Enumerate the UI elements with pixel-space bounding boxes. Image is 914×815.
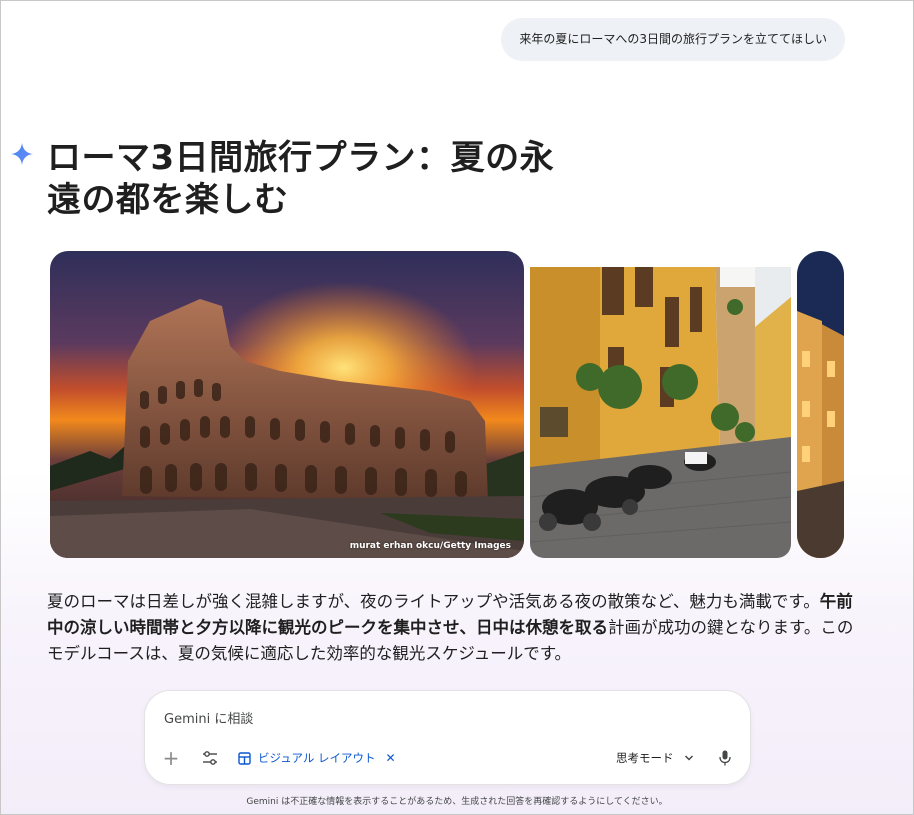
thinking-mode-dropdown[interactable]: 思考モード — [616, 748, 694, 768]
disclaimer-text: Gemini は不正確な情報を表示することがあるため、生成された回答を再確認する… — [246, 797, 668, 807]
response-title: ローマ3日間旅行プラン：夏の永遠の都を楽しむ — [47, 138, 555, 220]
rome-night-image[interactable] — [797, 251, 844, 558]
microphone-icon[interactable] — [715, 747, 735, 769]
response-paragraph: 夏のローマは日差しが強く混雑しますが、夜のライトアップや活気ある夜の散策など、魅… — [47, 592, 854, 663]
visual-layout-chip[interactable]: ビジュアル レイアウト ✕ — [238, 748, 396, 768]
layout-grid-icon — [238, 751, 251, 765]
tools-icon[interactable] — [199, 747, 221, 769]
gemini-sparkle-icon — [11, 143, 33, 165]
thinking-mode-label: 思考モード — [616, 751, 674, 765]
user-message-bubble: 来年の夏にローマへの3日間の旅行プランを立ててほしい — [501, 18, 845, 61]
chip-close-icon[interactable]: ✕ — [386, 751, 396, 765]
plus-icon[interactable]: + — [160, 747, 182, 769]
chevron-down-icon — [684, 755, 693, 761]
colosseum-image[interactable]: murat erhan okcu/Getty Images — [50, 251, 524, 558]
prompt-composer: Gemini に相談 + ビジュアル レイアウト ✕ 思考モード — [144, 690, 751, 785]
gemini-chat-window: 来年の夏にローマへの3日間の旅行プランを立ててほしい ローマ3日間旅行プラン：夏… — [0, 0, 914, 815]
visual-layout-label: ビジュアル レイアウト — [258, 751, 376, 765]
image-credit: murat erhan okcu/Getty Images — [349, 541, 511, 551]
prompt-input[interactable]: Gemini に相談 — [164, 708, 253, 727]
rome-street-image[interactable] — [530, 267, 791, 558]
